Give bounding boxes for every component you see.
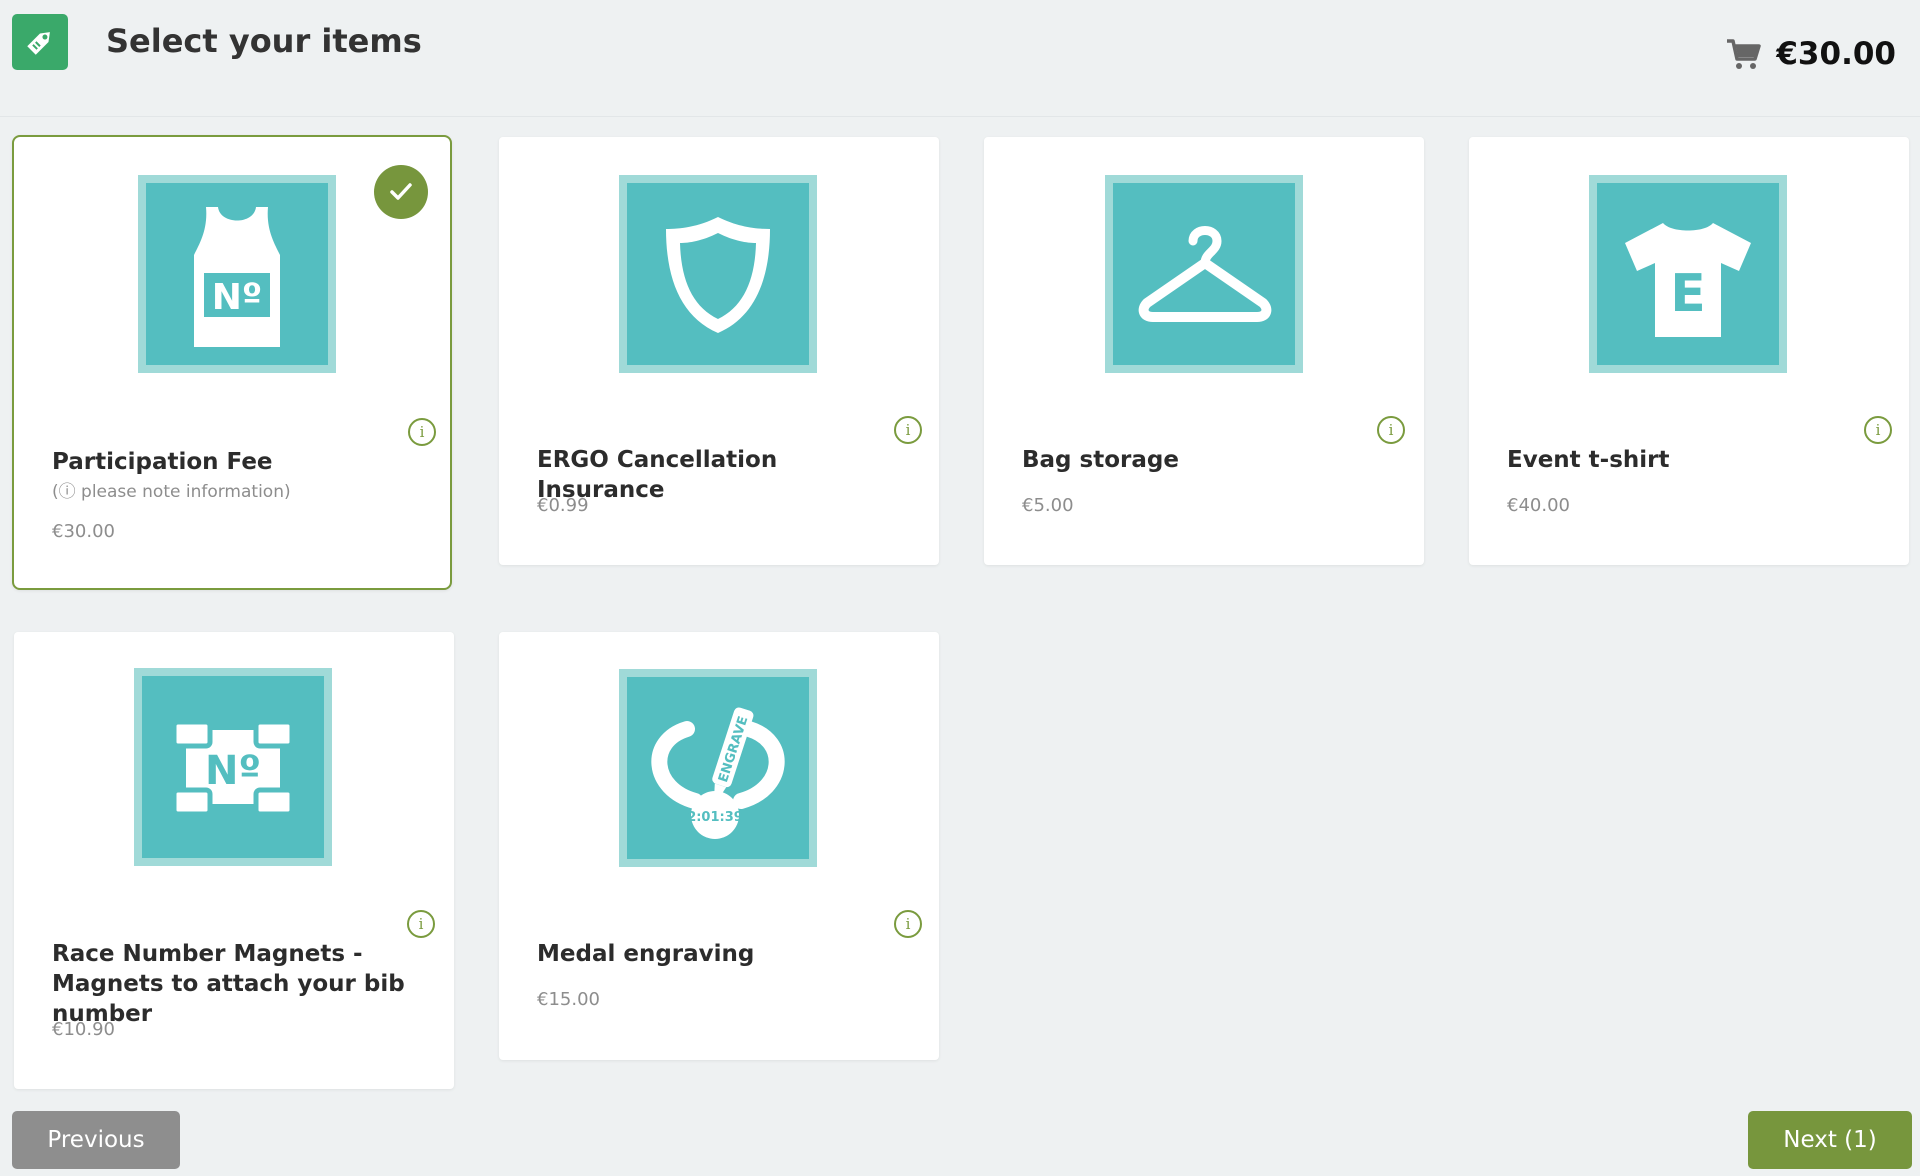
item-card-cancellation-insurance[interactable]: i ERGO Cancellation Insurance €0.99 [499, 137, 939, 565]
item-price: €5.00 [1022, 495, 1074, 516]
item-name: Bag storage [1022, 447, 1179, 473]
cart-total: €30.00 [1776, 36, 1896, 72]
header: Select your items €30.00 [0, 0, 1920, 117]
item-price: €10.90 [52, 1019, 115, 1040]
item-card-participation-fee[interactable]: Nº i Participation Fee (ⓘ please note in… [12, 135, 452, 590]
tshirt-letter: E [1670, 264, 1706, 324]
item-name: Race Number Magnets - Magnets to attach … [52, 941, 405, 1027]
engraved-time: 2:01:39 [687, 810, 743, 825]
info-icon[interactable]: i [1377, 416, 1405, 444]
previous-button[interactable]: Previous [12, 1111, 180, 1169]
info-icon[interactable]: i [894, 910, 922, 938]
item-name: ERGO Cancellation Insurance [537, 447, 778, 503]
medal-engraving-icon: 2:01:39 ENGRAVE [619, 669, 817, 867]
item-price: €15.00 [537, 989, 600, 1010]
info-icon[interactable]: i [408, 418, 436, 446]
bib-magnets-icon: Nº [134, 668, 332, 866]
item-card-bag-storage[interactable]: i Bag storage €5.00 [984, 137, 1424, 565]
item-note[interactable]: (ⓘ please note information) [52, 477, 291, 502]
item-card-race-number-magnets[interactable]: Nº i Race Number Magnets - Magnets to at… [14, 632, 454, 1089]
next-button[interactable]: Next (1) [1748, 1111, 1912, 1169]
item-name: Event t-shirt [1507, 447, 1670, 473]
bib-number-symbol: Nº [212, 277, 262, 318]
price-tag-icon [12, 14, 68, 70]
bib-number-symbol: Nº [205, 748, 261, 794]
shopping-cart-icon [1727, 39, 1762, 69]
shield-icon [619, 175, 817, 373]
page-title: Select your items [106, 22, 422, 60]
info-icon[interactable]: i [1864, 416, 1892, 444]
info-icon[interactable]: i [894, 416, 922, 444]
selected-check-icon [374, 165, 428, 219]
item-price: €40.00 [1507, 495, 1570, 516]
tshirt-icon: E [1589, 175, 1787, 373]
hanger-icon [1105, 175, 1303, 373]
item-price: €0.99 [537, 495, 589, 516]
item-card-medal-engraving[interactable]: 2:01:39 ENGRAVE i Medal engraving €15.00 [499, 632, 939, 1060]
item-card-event-tshirt[interactable]: E i Event t-shirt €40.00 [1469, 137, 1909, 565]
info-icon[interactable]: i [407, 910, 435, 938]
tank-top-bib-icon: Nº [138, 175, 336, 373]
item-name: Medal engraving [537, 941, 755, 967]
item-price: €30.00 [52, 521, 115, 542]
cart-summary[interactable]: €30.00 [1726, 36, 1896, 72]
item-name: Participation Fee [52, 449, 273, 475]
